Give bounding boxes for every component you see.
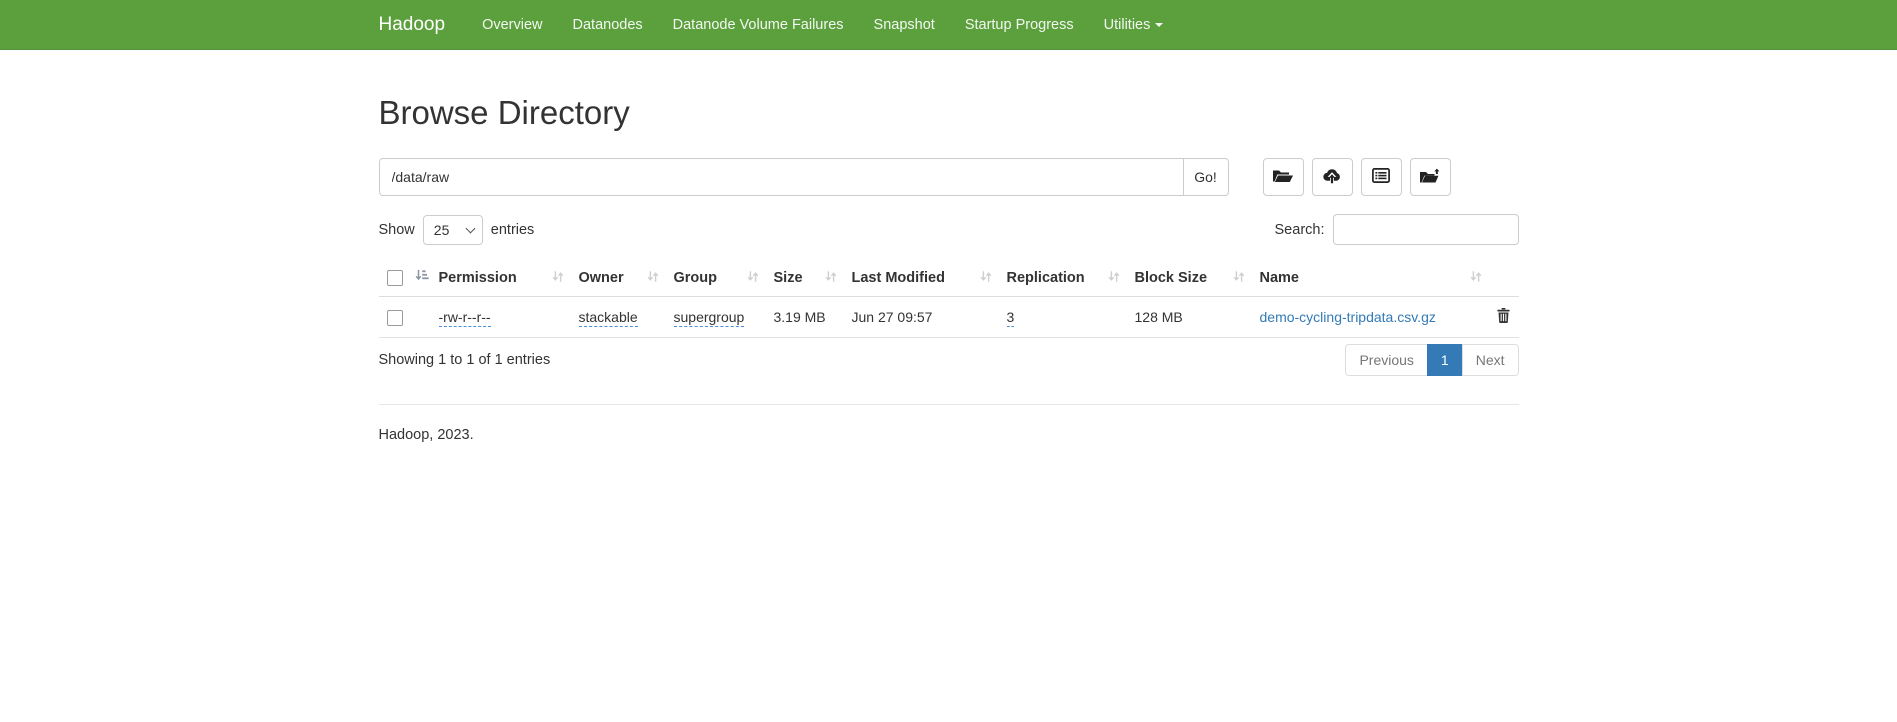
sort-icon	[1470, 270, 1482, 287]
permission-value[interactable]: -rw-r--r--	[439, 309, 491, 327]
column-label: Replication	[1007, 270, 1085, 286]
nav-item-datanode-volume-failures[interactable]: Datanode Volume Failures	[658, 2, 859, 48]
table-footer: Showing 1 to 1 of 1 entries Previous 1 N…	[379, 344, 1519, 376]
permission-cell: -rw-r--r--	[431, 297, 571, 338]
nav-item-overview[interactable]: Overview	[467, 2, 557, 48]
sort-icon	[647, 270, 659, 287]
last-modified-cell: Jun 27 09:57	[844, 297, 999, 338]
directory-path-input[interactable]	[379, 158, 1184, 196]
size-value: 3.19 MB	[774, 309, 826, 325]
replication-cell: 3	[999, 297, 1127, 338]
sort-icon	[747, 270, 759, 287]
go-button[interactable]: Go!	[1183, 158, 1229, 196]
sort-icon	[825, 270, 837, 287]
path-bar-row: Go!	[379, 158, 1519, 196]
sort-icon	[552, 270, 564, 287]
column-label: Name	[1260, 270, 1300, 286]
actions-cell	[1489, 297, 1519, 338]
pagination-next: Next	[1463, 344, 1519, 376]
upload-files-button[interactable]	[1312, 158, 1353, 196]
name-cell: demo-cycling-tripdata.csv.gz	[1252, 297, 1489, 338]
column-label: Last Modified	[852, 270, 945, 286]
pagination: Previous 1 Next	[1345, 344, 1518, 376]
nav-item-utilities-dropdown[interactable]: Utilities	[1089, 2, 1179, 48]
table-header-row: Permission Owner Group Size Last Modifie…	[379, 259, 1519, 297]
pagination-page-1: 1	[1428, 344, 1463, 376]
show-label: Show	[379, 222, 415, 238]
column-label: Block Size	[1135, 270, 1208, 286]
delete-file-button[interactable]	[1497, 308, 1510, 326]
column-label: Owner	[579, 270, 624, 286]
search-control: Search:	[1275, 214, 1519, 245]
column-header-group[interactable]: Group	[666, 259, 766, 297]
group-value[interactable]: supergroup	[674, 309, 745, 327]
directory-path-group: Go!	[379, 158, 1229, 196]
top-navbar: Hadoop Overview Datanodes Datanode Volum…	[0, 0, 1897, 50]
page-1-button[interactable]: 1	[1427, 344, 1463, 376]
cut-paste-button[interactable]	[1361, 158, 1402, 196]
replication-value[interactable]: 3	[1007, 309, 1015, 327]
table-row: -rw-r--r-- stackable supergroup 3.19 MB …	[379, 297, 1519, 338]
column-label: Size	[774, 270, 803, 286]
owner-cell: stackable	[571, 297, 666, 338]
column-header-permission[interactable]: Permission	[431, 259, 571, 297]
trash-icon	[1497, 311, 1510, 326]
column-header-owner[interactable]: Owner	[571, 259, 666, 297]
select-all-checkbox[interactable]	[387, 270, 403, 286]
owner-value[interactable]: stackable	[579, 309, 638, 327]
show-entries-control: Show 25 entries	[379, 215, 535, 245]
list-alt-icon	[1372, 168, 1390, 186]
column-header-block-size[interactable]: Block Size	[1127, 259, 1252, 297]
page-title: Browse Directory	[379, 94, 1519, 132]
row-checkbox[interactable]	[387, 310, 403, 326]
file-actions-toolbar	[1263, 158, 1451, 196]
select-all-header	[379, 259, 431, 297]
size-cell: 3.19 MB	[766, 297, 844, 338]
entries-summary: Showing 1 to 1 of 1 entries	[379, 352, 551, 368]
block-size-cell: 128 MB	[1127, 297, 1252, 338]
sort-icon	[980, 270, 992, 287]
folder-move-icon	[1420, 168, 1440, 187]
sort-icon	[1108, 270, 1120, 287]
create-directory-button[interactable]	[1263, 158, 1304, 196]
nav-item-snapshot[interactable]: Snapshot	[859, 2, 950, 48]
sort-icon	[1233, 270, 1245, 287]
next-page-button[interactable]: Next	[1462, 344, 1519, 376]
table-controls: Show 25 entries Search:	[379, 214, 1519, 245]
column-header-replication[interactable]: Replication	[999, 259, 1127, 297]
file-name-link[interactable]: demo-cycling-tripdata.csv.gz	[1260, 309, 1436, 325]
previous-page-button[interactable]: Previous	[1345, 344, 1427, 376]
search-label: Search:	[1275, 222, 1325, 238]
pagination-previous: Previous	[1345, 344, 1427, 376]
row-select-cell	[379, 297, 431, 338]
last-modified-value: Jun 27 09:57	[852, 309, 933, 325]
cloud-upload-icon	[1322, 168, 1342, 187]
site-footer-text: Hadoop, 2023.	[379, 427, 1519, 443]
column-header-size[interactable]: Size	[766, 259, 844, 297]
folder-open-icon	[1273, 168, 1293, 187]
sort-by-attributes-icon[interactable]	[415, 269, 429, 286]
block-size-value: 128 MB	[1135, 309, 1183, 325]
brand-hadoop[interactable]: Hadoop	[379, 14, 468, 36]
page-size-select[interactable]: 25	[423, 215, 483, 245]
directory-listing-table: Permission Owner Group Size Last Modifie…	[379, 259, 1519, 338]
nav-item-utilities-label: Utilities	[1104, 17, 1151, 33]
nav-item-datanodes[interactable]: Datanodes	[558, 2, 658, 48]
move-button[interactable]	[1410, 158, 1451, 196]
footer-divider	[379, 404, 1519, 405]
column-label: Group	[674, 270, 718, 286]
caret-down-icon	[1155, 23, 1163, 27]
group-cell: supergroup	[666, 297, 766, 338]
entries-label: entries	[491, 222, 535, 238]
column-header-name[interactable]: Name	[1252, 259, 1489, 297]
nav-item-startup-progress[interactable]: Startup Progress	[950, 2, 1089, 48]
column-header-last-modified[interactable]: Last Modified	[844, 259, 999, 297]
column-label: Permission	[439, 270, 517, 286]
column-header-actions	[1489, 259, 1519, 297]
search-input[interactable]	[1333, 214, 1519, 245]
